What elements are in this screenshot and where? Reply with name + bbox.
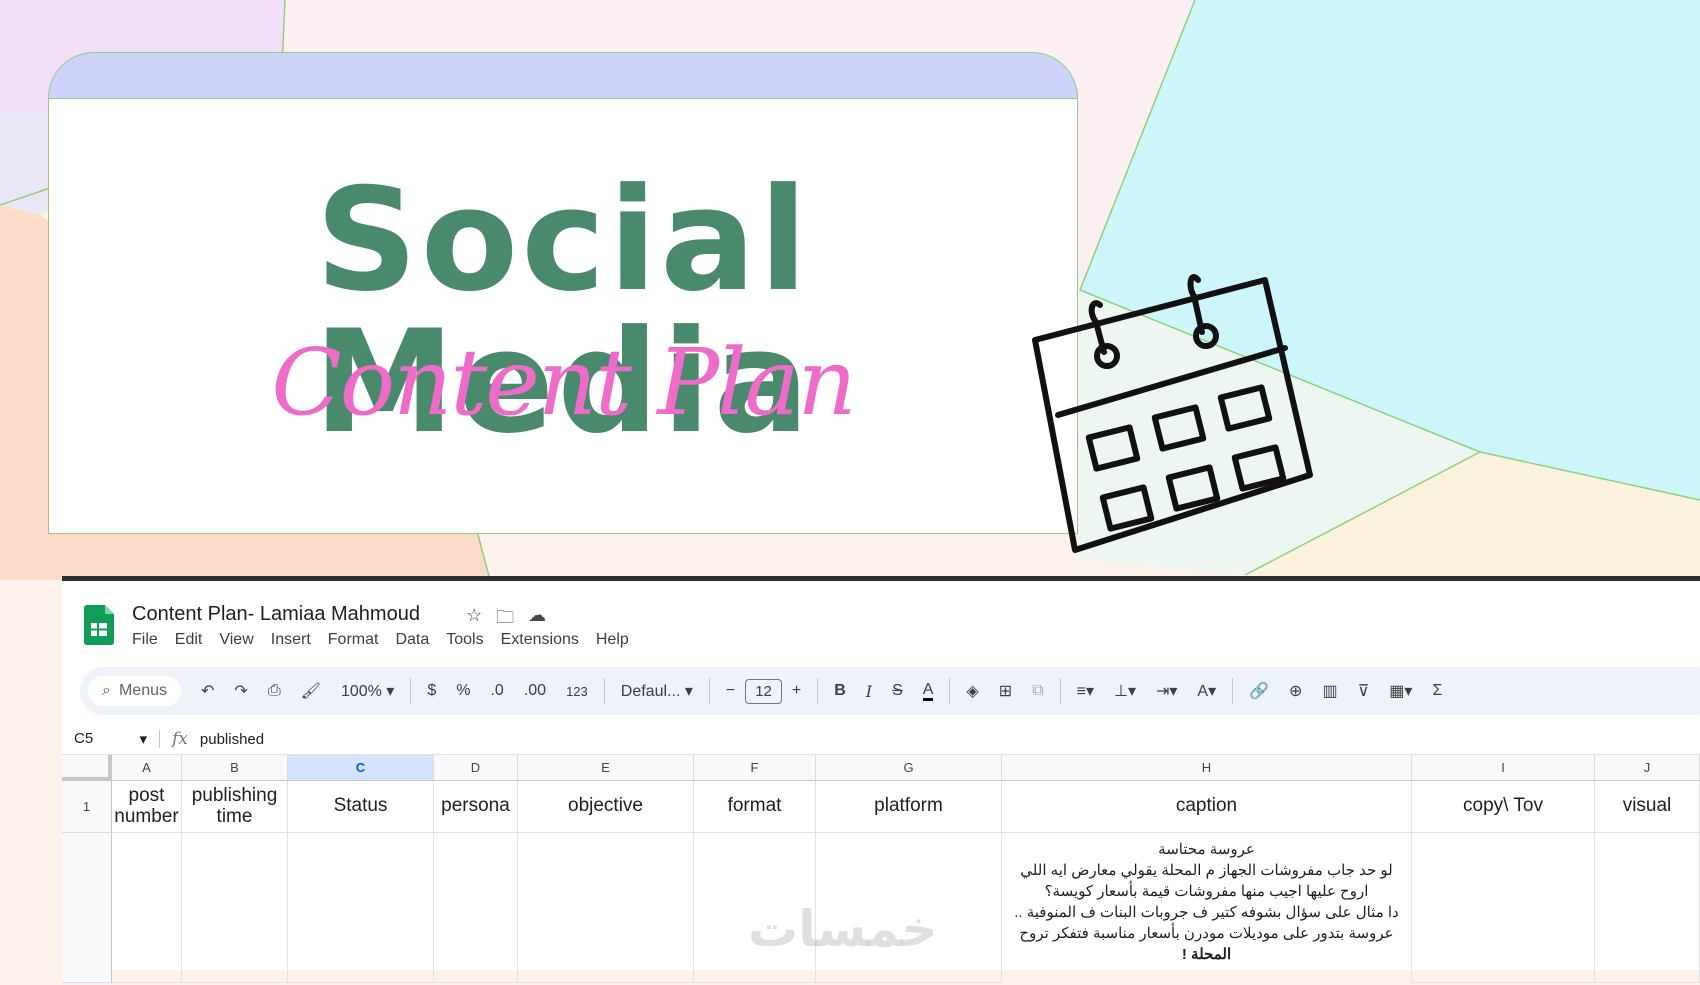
data-cell[interactable] (288, 833, 434, 983)
font-select[interactable]: Defaul... ▾ (621, 681, 693, 701)
header-cell-platform[interactable]: platform (816, 781, 1002, 833)
column-header-c[interactable]: C (288, 755, 434, 781)
menu-view[interactable]: View (219, 631, 253, 649)
banner-tab (48, 52, 1078, 100)
number-format-button[interactable]: 123 (566, 684, 588, 699)
fx-icon: fx (172, 729, 188, 749)
header-cell-caption[interactable]: caption (1002, 781, 1412, 833)
font-size-input[interactable]: 12 (745, 678, 782, 704)
currency-format-button[interactable]: $ (427, 682, 436, 700)
calendar-icon (1032, 274, 1313, 553)
insert-link-icon[interactable]: 🔗 (1249, 681, 1269, 701)
vertical-align-icon[interactable]: ⊥▾ (1114, 681, 1136, 701)
menu-data[interactable]: Data (395, 631, 429, 649)
insert-comment-icon[interactable]: ⊕ (1289, 681, 1302, 701)
borders-icon[interactable]: ⊞ (999, 681, 1012, 701)
title-banner: Social Media Content Plan (48, 52, 1078, 534)
column-header-j[interactable]: J (1595, 755, 1700, 781)
data-cell[interactable] (518, 833, 694, 983)
text-rotation-icon[interactable]: A▾ (1197, 681, 1216, 701)
undo-icon[interactable]: ↶ (201, 681, 214, 701)
data-cell[interactable] (1412, 833, 1595, 983)
header-cell-status[interactable]: Status (288, 781, 434, 833)
text-wrapping-icon[interactable]: ⇥▾ (1156, 681, 1177, 701)
horizontal-align-icon[interactable]: ≡▾ (1077, 681, 1094, 701)
increase-decimal-button[interactable]: .00 (524, 682, 546, 700)
menus-search-label: Menus (118, 682, 167, 699)
caption-cell[interactable]: عروسة محتاسة لو حد جاب مفروشات الجهاز م … (1002, 833, 1412, 983)
column-header-f[interactable]: F (694, 755, 816, 781)
insert-chart-icon[interactable]: ▥ (1322, 681, 1337, 701)
text-color-button[interactable]: A (922, 681, 934, 701)
increase-font-size-button[interactable]: + (792, 682, 801, 700)
zoom-select[interactable]: 100% ▾ (341, 681, 394, 701)
row-header-1[interactable]: 1 (62, 781, 112, 833)
decrease-font-size-button[interactable]: − (726, 682, 735, 700)
fill-color-icon[interactable]: ◈ (966, 681, 978, 701)
strikethrough-button[interactable]: S (892, 682, 903, 700)
toolbar: ⌕ Menus ↶ ↷ ⎙ 🖌 100% ▾ $ % .0 .00 123 De… (80, 667, 1700, 715)
header-cell-persona[interactable]: persona (434, 781, 518, 833)
column-header-b[interactable]: B (182, 755, 288, 781)
row-header-2[interactable] (62, 833, 112, 983)
name-box[interactable]: C5 ▾ (62, 730, 160, 748)
column-header-i[interactable]: I (1412, 755, 1595, 781)
column-header-e[interactable]: E (518, 755, 694, 781)
caption-line: عروسة محتاسة (1158, 841, 1255, 858)
name-box-value: C5 (74, 730, 94, 747)
header-cell-post-number[interactable]: post number (112, 781, 182, 833)
header-cell-copy-tov[interactable]: copy\ Tov (1412, 781, 1595, 833)
document-title[interactable]: Content Plan- Lamiaa Mahmoud (132, 603, 420, 626)
script-title: Content Plan (271, 329, 856, 436)
select-all-corner[interactable] (62, 755, 112, 781)
watermark: خمسات (748, 900, 938, 958)
menu-format[interactable]: Format (328, 631, 379, 649)
data-cell[interactable] (112, 833, 182, 983)
print-icon[interactable]: ⎙ (268, 682, 281, 700)
caption-line: لو حد جاب مفروشات الجهاز م المحلة يقولي … (1020, 862, 1393, 879)
redo-icon[interactable]: ↷ (234, 681, 247, 701)
column-header-h[interactable]: H (1002, 755, 1412, 781)
menu-extensions[interactable]: Extensions (501, 631, 579, 649)
percent-format-button[interactable]: % (456, 682, 470, 700)
filter-views-icon[interactable]: ▦▾ (1389, 681, 1412, 701)
zoom-value: 100% (340, 683, 382, 700)
bold-button[interactable]: B (834, 682, 846, 700)
data-cell[interactable] (434, 833, 518, 983)
menu-tools[interactable]: Tools (446, 631, 483, 649)
data-cell[interactable] (1595, 833, 1700, 983)
filter-icon[interactable]: ⊽ (1358, 681, 1370, 701)
formula-bar: C5 ▾ fx published (62, 724, 1700, 755)
merge-cells-icon[interactable]: ⧉ (1032, 682, 1043, 700)
caption-line: المحلة ! (1181, 946, 1232, 963)
caption-line: دا مثال على سؤال بشوفه كتير ف جروبات الب… (1014, 904, 1399, 921)
header-cell-objective[interactable]: objective (518, 781, 694, 833)
caption-line: عروسة بتدور على موديلات مودرن بأسعار منا… (1019, 925, 1394, 942)
header-cell-format[interactable]: format (694, 781, 816, 833)
font-value: Defaul... (620, 683, 681, 700)
search-icon: ⌕ (102, 682, 111, 699)
menu-file[interactable]: File (132, 631, 158, 649)
menu-bar: File Edit View Insert Format Data Tools … (132, 631, 646, 649)
menus-search[interactable]: ⌕ Menus (88, 676, 181, 706)
functions-button[interactable]: Σ (1432, 682, 1442, 700)
header-cell-publishing-time[interactable]: publishing time (182, 781, 288, 833)
menu-help[interactable]: Help (596, 631, 629, 649)
chevron-down-icon: ▾ (139, 731, 147, 748)
column-header-a[interactable]: A (112, 755, 182, 781)
decrease-decimal-button[interactable]: .0 (490, 682, 503, 700)
sheets-logo-icon[interactable] (84, 605, 114, 645)
formula-input[interactable]: published (200, 731, 264, 748)
paint-format-icon[interactable]: 🖌 (301, 681, 321, 701)
column-header-d[interactable]: D (434, 755, 518, 781)
italic-button[interactable]: I (866, 682, 872, 701)
caption-line: اروح عليها اجيب منها مفروشات قيمة بأسعار… (1044, 883, 1369, 900)
column-header-g[interactable]: G (816, 755, 1002, 781)
menu-edit[interactable]: Edit (175, 631, 203, 649)
data-cell[interactable] (182, 833, 288, 983)
header-cell-visual[interactable]: visual (1595, 781, 1700, 833)
menu-insert[interactable]: Insert (271, 631, 311, 649)
